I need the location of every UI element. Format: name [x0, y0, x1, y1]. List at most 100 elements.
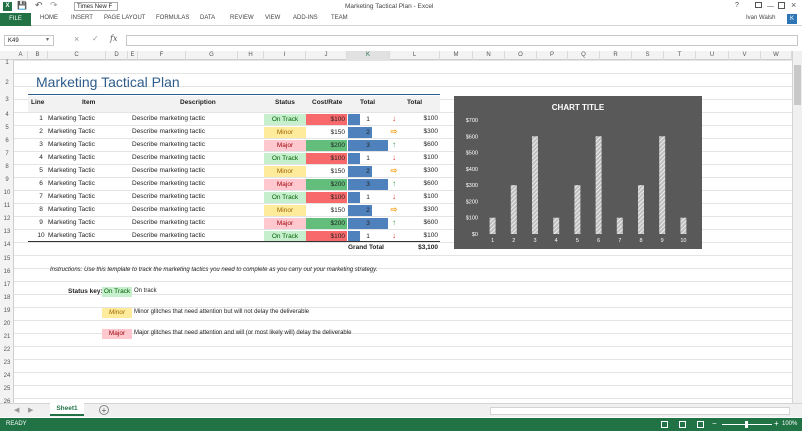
header-status[interactable]: Status — [275, 99, 295, 106]
total-quantity[interactable]: 2 — [348, 127, 388, 138]
column-header-p[interactable]: P — [537, 51, 568, 60]
sheet-tab-sheet1[interactable]: Sheet1 — [50, 403, 84, 416]
prev-sheet-icon[interactable]: ◀ — [14, 406, 19, 414]
line-total[interactable]: $100 — [424, 115, 438, 122]
chart-bar[interactable] — [659, 136, 666, 234]
row-header-4[interactable]: 4 — [0, 112, 14, 118]
horizontal-scrollbar[interactable] — [490, 407, 790, 415]
status-badge[interactable]: Minor — [264, 127, 306, 138]
item-name[interactable]: Marketing Tactic — [48, 154, 95, 161]
key-minor-text[interactable]: Minor glitches that need attention but w… — [134, 309, 309, 315]
cost-rate[interactable]: $200 — [306, 218, 347, 229]
help-button[interactable]: ? — [735, 2, 739, 9]
row-header-24[interactable]: 24 — [0, 373, 14, 379]
cost-rate[interactable]: $150 — [306, 166, 347, 177]
row-header-18[interactable]: 18 — [0, 295, 14, 301]
row-header-17[interactable]: 17 — [0, 282, 14, 288]
item-description[interactable]: Describe marketing tactic — [132, 141, 205, 148]
header-total-qty[interactable]: Total — [360, 99, 375, 106]
line-number[interactable]: 10 — [36, 232, 46, 239]
line-number[interactable]: 1 — [36, 115, 46, 122]
header-description[interactable]: Description — [180, 99, 216, 106]
line-total[interactable]: $600 — [424, 180, 438, 187]
line-total[interactable]: $300 — [424, 167, 438, 174]
total-quantity[interactable]: 3 — [348, 179, 388, 190]
status-badge[interactable]: On Track — [264, 192, 306, 203]
status-badge[interactable]: On Track — [264, 153, 306, 164]
line-number[interactable]: 9 — [36, 219, 46, 226]
grand-total-value[interactable]: $3,100 — [400, 244, 438, 251]
line-total[interactable]: $100 — [424, 193, 438, 200]
redo-icon[interactable]: ↷ — [50, 0, 58, 11]
chart-bar[interactable] — [680, 217, 687, 234]
row-header-6[interactable]: 6 — [0, 138, 14, 144]
total-quantity[interactable]: 1 — [348, 192, 388, 203]
status-badge[interactable]: Major — [264, 179, 306, 190]
status-badge[interactable]: Minor — [264, 166, 306, 177]
status-badge[interactable]: Minor — [264, 205, 306, 216]
row-header-25[interactable]: 25 — [0, 386, 14, 392]
zoom-slider-thumb[interactable] — [745, 421, 748, 428]
tab-file[interactable]: FILE — [0, 13, 31, 26]
row-header-16[interactable]: 16 — [0, 269, 14, 275]
row-header-8[interactable]: 8 — [0, 164, 14, 170]
minimize-icon[interactable]: — — [767, 3, 774, 10]
row-header-23[interactable]: 23 — [0, 360, 14, 366]
insert-function-icon[interactable]: fx — [110, 34, 117, 43]
page-layout-view-icon[interactable] — [679, 421, 686, 428]
line-total[interactable]: $100 — [424, 154, 438, 161]
column-header-h[interactable]: H — [238, 51, 264, 60]
chart-bar[interactable] — [595, 136, 602, 234]
chart-bar[interactable] — [574, 185, 581, 234]
item-name[interactable]: Marketing Tactic — [48, 193, 95, 200]
item-description[interactable]: Describe marketing tactic — [132, 180, 205, 187]
cost-rate[interactable]: $150 — [306, 205, 347, 216]
line-number[interactable]: 3 — [36, 141, 46, 148]
column-header-d[interactable]: D — [106, 51, 128, 60]
row-header-13[interactable]: 13 — [0, 229, 14, 235]
total-quantity[interactable]: 2 — [348, 166, 388, 177]
zoom-in-icon[interactable]: + — [774, 419, 779, 428]
item-description[interactable]: Describe marketing tactic — [132, 232, 205, 239]
cost-rate[interactable]: $100 — [306, 114, 347, 125]
font-box[interactable]: Times New F — [74, 2, 118, 11]
undo-icon[interactable]: ↶ — [35, 0, 43, 11]
zoom-level[interactable]: 100% — [782, 421, 797, 427]
vertical-scrollbar[interactable] — [792, 51, 802, 403]
tab-formulas[interactable]: FORMULAS — [156, 15, 189, 21]
column-header-i[interactable]: I — [264, 51, 306, 60]
column-header-k[interactable]: K — [347, 51, 390, 60]
line-number[interactable]: 6 — [36, 180, 46, 187]
status-badge[interactable]: On Track — [264, 114, 306, 125]
cost-rate[interactable]: $100 — [306, 153, 347, 164]
column-header-e[interactable]: E — [128, 51, 138, 60]
line-total[interactable]: $100 — [424, 232, 438, 239]
next-sheet-icon[interactable]: ▶ — [28, 406, 33, 414]
line-total[interactable]: $600 — [424, 219, 438, 226]
row-header-5[interactable]: 5 — [0, 125, 14, 131]
column-header-j[interactable]: J — [306, 51, 347, 60]
column-header-t[interactable]: T — [664, 51, 696, 60]
column-header-q[interactable]: Q — [568, 51, 600, 60]
zoom-out-icon[interactable]: − — [712, 419, 717, 428]
total-quantity[interactable]: 1 — [348, 114, 388, 125]
item-name[interactable]: Marketing Tactic — [48, 232, 95, 239]
status-badge[interactable]: Major — [264, 140, 306, 151]
chart-bar[interactable] — [638, 185, 644, 234]
column-header-g[interactable]: G — [186, 51, 238, 60]
line-total[interactable]: $300 — [424, 206, 438, 213]
tab-data[interactable]: DATA — [200, 15, 215, 21]
chart-bar[interactable] — [616, 217, 623, 234]
key-minor[interactable]: Minor — [102, 308, 132, 318]
header-item[interactable]: Item — [82, 99, 95, 106]
bar-chart[interactable]: CHART TITLE $0 $100 $200 $300 $400 $500 $600 $7… — [454, 96, 702, 249]
line-number[interactable]: 7 — [36, 193, 46, 200]
save-icon[interactable]: 💾 — [17, 1, 27, 10]
formula-input[interactable] — [126, 35, 798, 46]
row-header-9[interactable]: 9 — [0, 177, 14, 183]
row-header-20[interactable]: 20 — [0, 321, 14, 327]
row-header-12[interactable]: 12 — [0, 216, 14, 222]
cancel-entry-icon[interactable]: × — [74, 34, 79, 44]
close-icon[interactable]: × — [791, 0, 796, 10]
column-header-a[interactable]: A — [14, 51, 28, 60]
